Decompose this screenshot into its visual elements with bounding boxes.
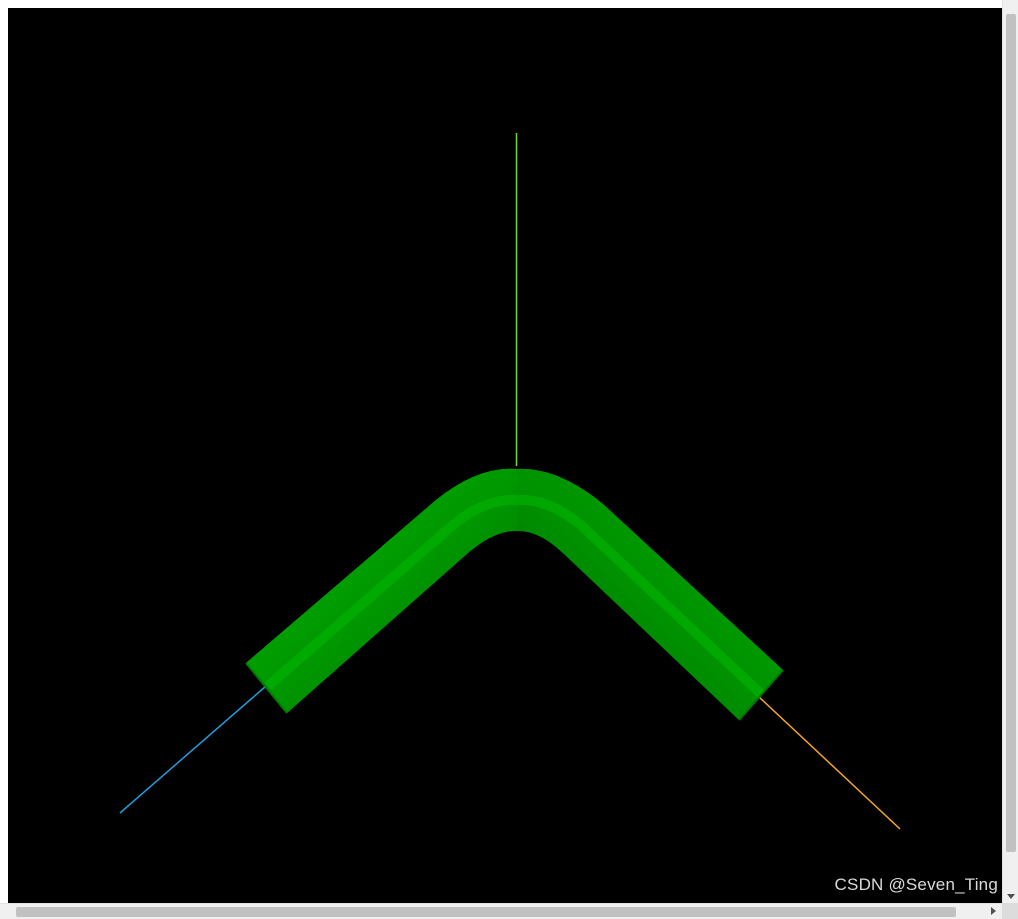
scrollbar-corner	[1002, 903, 1018, 919]
browser-window: CSDN @Seven_Ting	[0, 0, 1018, 919]
chevron-down-icon[interactable]	[1007, 894, 1015, 899]
horizontal-scrollbar[interactable]	[0, 903, 1002, 919]
watermark-text: CSDN @Seven_Ting	[834, 875, 998, 894]
axis-z-line	[119, 685, 267, 814]
horizontal-scroll-thumb[interactable]	[16, 907, 956, 917]
vertical-scrollbar[interactable]	[1002, 0, 1018, 903]
webgl-canvas[interactable]: CSDN @Seven_Ting	[8, 8, 1002, 903]
three-scene	[119, 133, 901, 830]
vertical-scroll-thumb[interactable]	[1006, 14, 1016, 852]
axis-x-line	[757, 695, 901, 830]
chevron-right-icon[interactable]	[991, 907, 996, 915]
